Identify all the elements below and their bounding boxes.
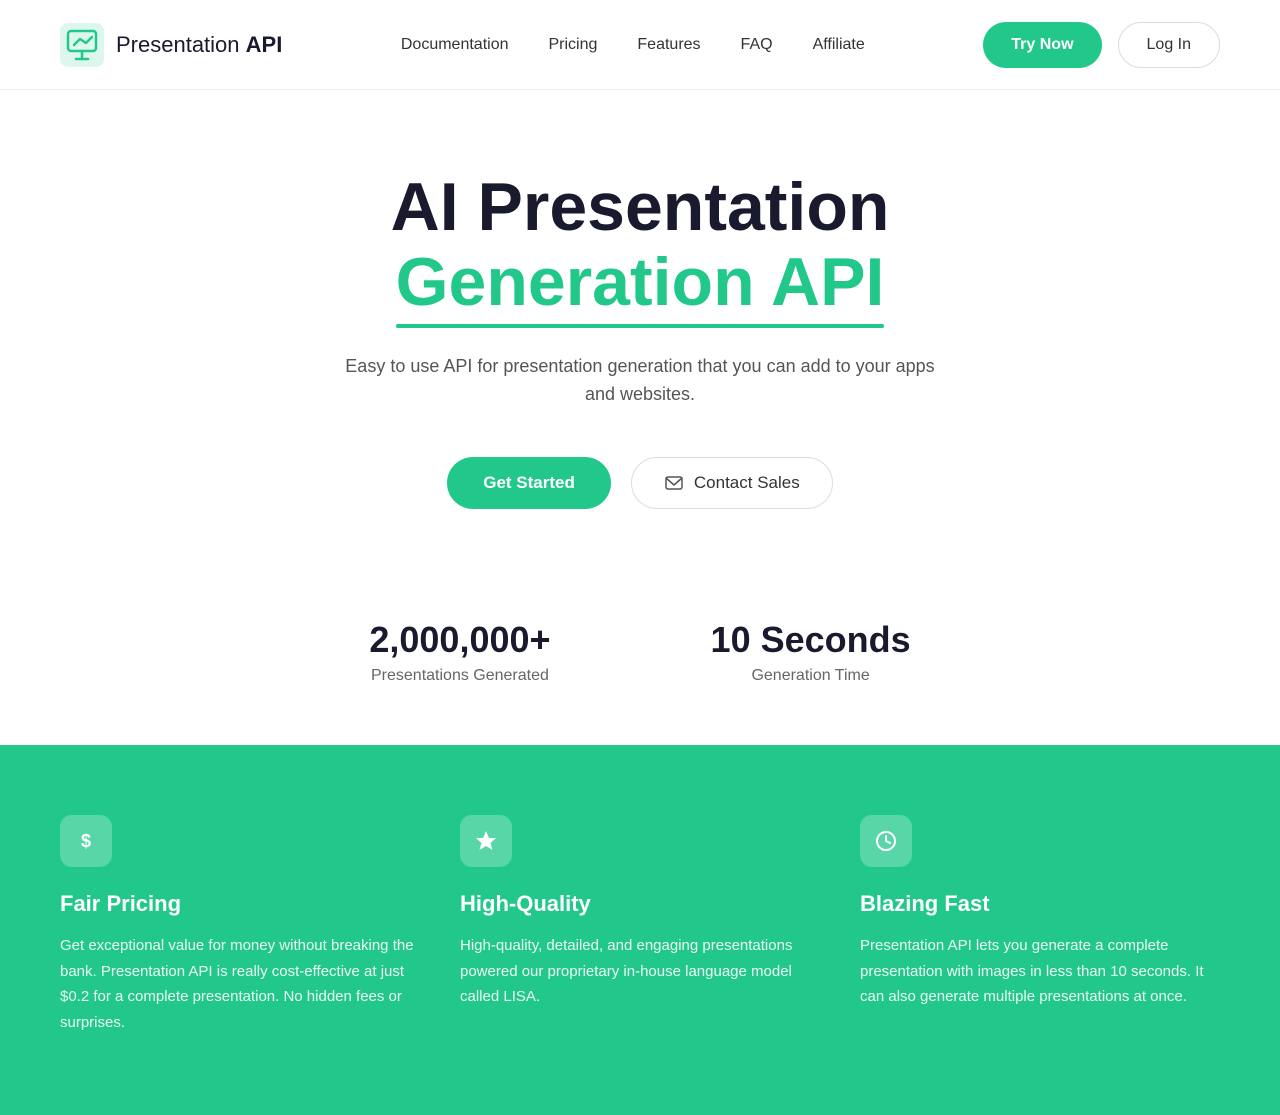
svg-text:$: $ bbox=[81, 831, 91, 851]
hero-title: AI Presentation Generation API bbox=[40, 170, 1240, 320]
high-quality-desc: High-quality, detailed, and engaging pre… bbox=[460, 933, 820, 1010]
fair-pricing-desc: Get exceptional value for money without … bbox=[60, 933, 420, 1035]
hero-section: AI Presentation Generation API Easy to u… bbox=[0, 90, 1280, 569]
high-quality-title: High-Quality bbox=[460, 891, 820, 917]
nav-pricing[interactable]: Pricing bbox=[549, 36, 598, 54]
dollar-icon: $ bbox=[60, 815, 112, 867]
stat-generation-number: 10 Seconds bbox=[711, 619, 911, 661]
hero-subtitle: Easy to use API for presentation generat… bbox=[340, 352, 940, 410]
try-now-button[interactable]: Try Now bbox=[983, 22, 1101, 68]
stats-section: 2,000,000+ Presentations Generated 10 Se… bbox=[0, 569, 1280, 745]
stat-presentations-number: 2,000,000+ bbox=[369, 619, 550, 661]
login-button[interactable]: Log In bbox=[1118, 22, 1220, 68]
stat-generation-label: Generation Time bbox=[711, 667, 911, 685]
get-started-button[interactable]: Get Started bbox=[447, 457, 611, 509]
nav-documentation[interactable]: Documentation bbox=[401, 36, 509, 54]
clock-icon bbox=[860, 815, 912, 867]
nav-faq[interactable]: FAQ bbox=[741, 36, 773, 54]
blazing-fast-title: Blazing Fast bbox=[860, 891, 1220, 917]
feature-high-quality: High-Quality High-quality, detailed, and… bbox=[460, 815, 820, 1035]
hero-title-line1: AI Presentation bbox=[40, 170, 1240, 245]
contact-sales-button[interactable]: Contact Sales bbox=[631, 457, 833, 509]
header-actions: Try Now Log In bbox=[983, 22, 1220, 68]
logo-icon bbox=[60, 23, 104, 67]
logo-text: Presentation API bbox=[116, 32, 282, 58]
stat-presentations: 2,000,000+ Presentations Generated bbox=[369, 619, 550, 685]
feature-blazing-fast: Blazing Fast Presentation API lets you g… bbox=[860, 815, 1220, 1035]
hero-buttons: Get Started Contact Sales bbox=[40, 457, 1240, 509]
stat-generation-time: 10 Seconds Generation Time bbox=[711, 619, 911, 685]
star-icon bbox=[460, 815, 512, 867]
stat-presentations-label: Presentations Generated bbox=[369, 667, 550, 685]
nav-features[interactable]: Features bbox=[637, 36, 700, 54]
feature-fair-pricing: $ Fair Pricing Get exceptional value for… bbox=[60, 815, 420, 1035]
hero-title-line2: Generation API bbox=[396, 245, 885, 320]
main-nav: Documentation Pricing Features FAQ Affil… bbox=[401, 36, 865, 54]
logo-link[interactable]: Presentation API bbox=[60, 23, 282, 67]
features-section: $ Fair Pricing Get exceptional value for… bbox=[0, 745, 1280, 1115]
mail-icon bbox=[664, 473, 684, 493]
nav-affiliate[interactable]: Affiliate bbox=[813, 36, 865, 54]
blazing-fast-desc: Presentation API lets you generate a com… bbox=[860, 933, 1220, 1010]
fair-pricing-title: Fair Pricing bbox=[60, 891, 420, 917]
